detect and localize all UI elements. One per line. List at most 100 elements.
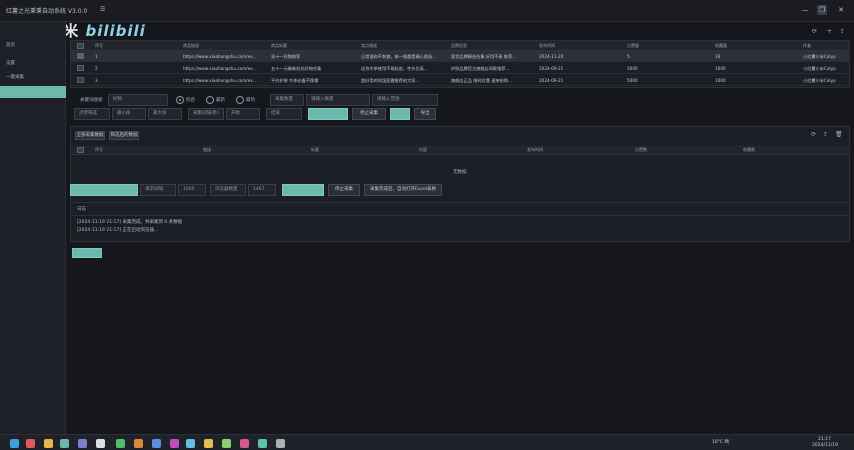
taskbar-app-icon[interactable] xyxy=(204,439,213,448)
cell-link[interactable]: https://www.xiaohongshu.com/ex... xyxy=(183,66,267,71)
keyword-label: 关键词搜索 xyxy=(80,98,103,103)
refresh-icon[interactable]: ⟳ xyxy=(811,131,816,138)
taskbar-app-icon[interactable] xyxy=(276,439,285,448)
taskbar-app-icon[interactable] xyxy=(78,439,87,448)
thread-input[interactable]: 1000 xyxy=(178,184,206,196)
sidebar-item-collect[interactable]: 一键采集 xyxy=(0,72,66,84)
filter-table-header: 序号 链接 标题 内容 发布时间 点赞数 收藏数 xyxy=(71,145,849,155)
cell-likes: 5000 xyxy=(627,66,638,71)
close-icon[interactable]: ✕ xyxy=(836,5,846,15)
column-header: 序号 xyxy=(95,43,103,48)
radio-sort-1[interactable] xyxy=(206,96,214,104)
minimize-icon[interactable]: — xyxy=(800,5,810,15)
tab-all-data[interactable]: 全部采集数据 xyxy=(75,131,105,140)
taskbar-app-icon[interactable] xyxy=(134,439,143,448)
column-header: 商品链接 xyxy=(183,43,199,48)
cell-likes: 5 xyxy=(627,54,630,59)
auto-open-excel-option[interactable]: 采集完成后，自动打开Excel表格 xyxy=(364,184,442,196)
cell-author: 小红薯小米Calyp xyxy=(803,54,836,59)
select-all-checkbox[interactable] xyxy=(77,43,84,49)
settings-button[interactable] xyxy=(390,108,410,120)
interval-to-input[interactable]: 结束 xyxy=(266,108,302,120)
upload-icon[interactable]: ⇪ xyxy=(823,131,828,138)
cell-desc: 适合冬季使用不易起皮，性价比高... xyxy=(361,66,428,71)
stop-collect-button[interactable]: 停止采集 xyxy=(352,108,386,120)
export-button[interactable]: 导出 xyxy=(414,108,436,120)
cell-link[interactable]: https://www.xiaohongshu.com/ex... xyxy=(183,78,267,83)
interval-from-input[interactable]: 开始 xyxy=(226,108,260,120)
table-row[interactable]: 2 https://www.xiaohongshu.com/ex... 五十一元… xyxy=(71,63,849,74)
sidebar-item-home[interactable]: 首页 xyxy=(0,40,66,52)
radio-label: 综合 xyxy=(186,98,195,103)
radio-sort-0[interactable] xyxy=(176,96,184,104)
sidebar-item-active[interactable]: · xyxy=(0,86,66,98)
table-row[interactable]: 1 https://www.xiaohongshu.com/ex... 双十一好… xyxy=(71,51,849,62)
cell-date: 2024-09-21 xyxy=(539,78,564,83)
cell-link[interactable]: https://www.xiaohongshu.com/ex... xyxy=(183,54,267,59)
upload-icon[interactable]: ⇪ xyxy=(840,28,845,35)
cell-index: 2 xyxy=(95,66,98,71)
collect-label-field: 点赞筛选 xyxy=(74,108,110,120)
tab-filtered-data[interactable]: 筛选后的数据 xyxy=(109,131,139,140)
taskbar-app-icon[interactable] xyxy=(258,439,267,448)
taskbar-app-icon[interactable] xyxy=(240,439,249,448)
count-label-field: 采集数量 xyxy=(270,94,304,106)
run-button[interactable] xyxy=(282,184,324,196)
column-header: 发布时间 xyxy=(527,147,543,152)
row-checkbox[interactable] xyxy=(77,53,84,59)
log-line: [2024-11-19 21:17] 正在启动浏览器... xyxy=(77,228,159,233)
clock-time: 21:17 xyxy=(818,437,831,442)
cell-desc: 日常温和不刺激，每一瓶都是精心挑选... xyxy=(361,54,437,59)
stop-button[interactable]: 停止采集 xyxy=(328,184,360,196)
taskbar-app-icon[interactable] xyxy=(44,439,53,448)
clear-log-button[interactable] xyxy=(72,248,102,258)
taskbar-app-icon[interactable] xyxy=(170,439,179,448)
cell-collects: 1000 xyxy=(715,78,726,83)
taskbar-app-icon[interactable] xyxy=(152,439,161,448)
log-panel: 日志 [2024-11-19 21:17] 采集完成，共采集到 0 条数据 [2… xyxy=(70,202,850,242)
sidebar-item-settings[interactable]: 设置 xyxy=(0,58,66,70)
column-header: 序号 xyxy=(95,147,103,152)
radio-label: 最新 xyxy=(216,98,225,103)
taskbar-app-icon[interactable] xyxy=(10,439,19,448)
taskbar-app-icon[interactable] xyxy=(222,439,231,448)
retry-input[interactable]: 1467 xyxy=(248,184,276,196)
taskbar-app-icon[interactable] xyxy=(186,439,195,448)
select-all-checkbox[interactable] xyxy=(77,147,84,153)
table-header: 序号 商品链接 商品标题 卖点描述 品牌信息 发布时间 点赞量 收藏量 作者 xyxy=(71,41,849,51)
clock-date: 2024/11/19 xyxy=(812,443,838,448)
column-header: 卖点描述 xyxy=(361,43,377,48)
taskbar-app-icon[interactable] xyxy=(26,439,35,448)
taskbar-app-icon[interactable] xyxy=(116,439,125,448)
cell-collects: 1000 xyxy=(715,66,726,71)
keyword-input[interactable]: 好物 xyxy=(108,94,168,106)
main-action-button[interactable] xyxy=(70,184,138,196)
interval-label-field: 采集间隔(秒) xyxy=(188,108,224,120)
cell-date: 2024-09-21 xyxy=(539,66,564,71)
column-header: 内容 xyxy=(419,147,427,152)
cell-collects: 16 xyxy=(715,54,721,59)
cell-desc: 超好用的保湿面霜推荐给大家... xyxy=(361,78,420,83)
taskbar-app-icon[interactable] xyxy=(96,439,105,448)
range-input[interactable]: 请输入范围 xyxy=(372,94,438,106)
radio-sort-2[interactable] xyxy=(236,96,244,104)
collect-min-input[interactable]: 最小值 xyxy=(112,108,146,120)
cell-brand: 护肤品牌官方旗舰店同款推荐... xyxy=(451,66,510,71)
taskbar: 16°C 晴 21:17 2024/11/19 xyxy=(0,434,854,450)
add-icon[interactable]: + xyxy=(827,28,832,35)
taskbar-app-icon[interactable] xyxy=(60,439,69,448)
sidebar: 首页 设置 一键采集 · xyxy=(0,22,66,434)
radio-label: 最热 xyxy=(246,98,255,103)
refresh-icon[interactable]: ⟳ xyxy=(812,28,817,35)
maximize-icon[interactable]: ❐ xyxy=(817,5,827,15)
row-checkbox[interactable] xyxy=(77,77,84,83)
table-row[interactable]: 3 https://www.xiaohongshu.com/ex... 平价护肤… xyxy=(71,75,849,86)
start-button[interactable] xyxy=(308,108,348,120)
delete-icon[interactable]: 🗑 xyxy=(835,131,843,138)
cell-title: 五十一元最新低价好物合集 xyxy=(271,66,322,71)
cell-brand: 旗舰店正品 限时优惠 速来抢购... xyxy=(451,78,513,83)
collect-max-input[interactable]: 最大值 xyxy=(148,108,182,120)
menu-icon[interactable]: ☰ xyxy=(100,6,105,13)
count-input[interactable]: 请输入数量 xyxy=(306,94,370,106)
row-checkbox[interactable] xyxy=(77,65,84,71)
